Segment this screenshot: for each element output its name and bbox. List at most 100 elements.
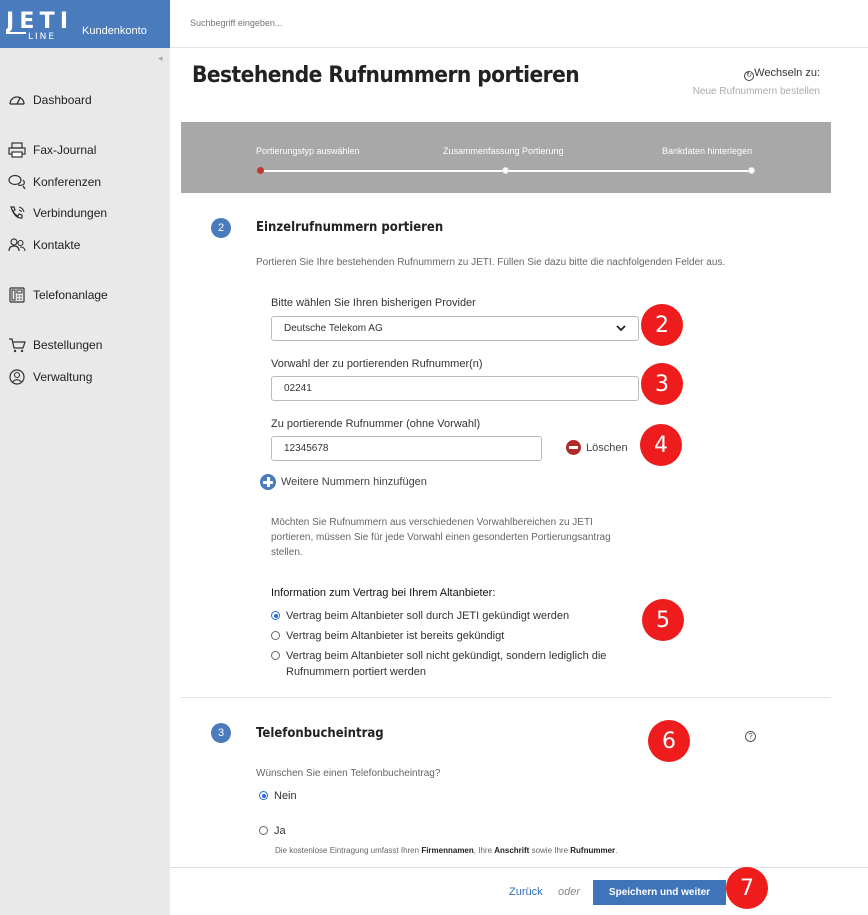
- sidebar-item-fax-journal[interactable]: Fax-Journal: [8, 140, 96, 160]
- info-text: Möchten Sie Rufnummern aus verschiedenen…: [271, 515, 611, 560]
- sidebar-item-bestellungen[interactable]: Bestellungen: [8, 335, 102, 355]
- cart-icon: [9, 338, 26, 353]
- gauge-icon: [9, 96, 25, 105]
- step-progress: Portierungstyp auswählen Zusammenfassung…: [181, 122, 831, 193]
- step-label-2: Zusammenfassung Portierung: [443, 146, 564, 156]
- contract-title: Information zum Vertrag bei Ihrem Altanb…: [271, 587, 496, 599]
- phonebook-option-label: Nein: [274, 790, 297, 802]
- radio-selected[interactable]: [259, 791, 268, 800]
- section-number-badge: 2: [211, 218, 231, 238]
- sidebar-item-verbindungen[interactable]: Verbindungen: [8, 203, 107, 223]
- radio-selected[interactable]: [271, 611, 280, 620]
- sidebar-item-label: Bestellungen: [33, 338, 103, 352]
- chat-icon: [8, 174, 26, 190]
- sidebar-item-dashboard[interactable]: Dashboard: [8, 90, 92, 110]
- step-dot: [502, 167, 509, 174]
- refresh-icon: ↻: [744, 71, 755, 81]
- number-label: Zu portierende Rufnummer (ohne Vorwahl): [271, 418, 481, 430]
- contract-option-1[interactable]: Vertrag beim Altanbieter soll durch JETI…: [271, 608, 569, 624]
- sidebar-item-label: Verwaltung: [33, 370, 93, 384]
- section-intro: Portieren Sie Ihre bestehenden Rufnummer…: [256, 257, 726, 268]
- sidebar-item-kontakte[interactable]: Kontakte: [8, 235, 80, 255]
- sidebar-item-label: Fax-Journal: [33, 143, 97, 157]
- section-title: Einzelrufnummern portieren: [256, 220, 444, 235]
- contract-option-3[interactable]: Vertrag beim Altanbieter soll nicht gekü…: [271, 648, 606, 680]
- page-title: Bestehende Rufnummern portieren: [192, 63, 580, 88]
- new-numbers-link[interactable]: Neue Rufnummern bestellen: [693, 86, 820, 97]
- note-text: .: [615, 846, 618, 855]
- sidebar-item-telefonanlage[interactable]: Telefonanlage: [8, 285, 108, 305]
- info-line: stellen.: [271, 547, 303, 558]
- radio[interactable]: [271, 631, 280, 640]
- help-icon[interactable]: ?: [745, 731, 756, 742]
- phone-icon: [10, 206, 25, 219]
- note-text: Die kostenlose Eintragung umfasst Ihren: [275, 846, 422, 855]
- callout-marker: 5: [642, 599, 684, 641]
- brand-header[interactable]: JETI LINE Kundenkonto: [0, 0, 170, 48]
- sidebar: JETI LINE Kundenkonto ◂ Dashboard Fax-Jo…: [0, 0, 170, 915]
- back-link[interactable]: Zurück: [509, 886, 543, 898]
- callout-marker: 4: [640, 424, 682, 466]
- note-text: sowie Ihre: [529, 846, 571, 855]
- user-circle-icon: [9, 369, 25, 385]
- area-code-label: Vorwahl der zu portierenden Rufnummer(n): [271, 358, 483, 370]
- delete-number-button[interactable]: Löschen: [566, 440, 628, 455]
- note-bold: Rufnummer: [570, 846, 616, 855]
- step-label-1: Portierungstyp auswählen: [256, 146, 360, 156]
- sidebar-item-label: Dashboard: [33, 93, 92, 107]
- jeti-logo: JETI LINE: [6, 9, 68, 40]
- section-divider: [181, 697, 831, 698]
- phonebook-option-label: Ja: [274, 825, 286, 837]
- phonebook-question: Wünschen Sie einen Telefonbucheintrag?: [256, 768, 441, 779]
- collapse-sidebar-icon[interactable]: ◂: [158, 53, 163, 64]
- info-line: portieren, müssen Sie für jede Vorwahl e…: [271, 532, 611, 543]
- add-label: Weitere Nummern hinzufügen: [281, 476, 427, 488]
- phone-number-input[interactable]: 12345678: [271, 436, 542, 461]
- callout-marker: 7: [726, 867, 768, 909]
- sidebar-item-label: Telefonanlage: [33, 288, 108, 302]
- contract-option-label: Vertrag beim Altanbieter soll nicht gekü…: [286, 648, 606, 680]
- contract-option-label: Vertrag beim Altanbieter soll durch JETI…: [286, 610, 570, 622]
- minus-circle-icon: [566, 440, 581, 455]
- sidebar-item-label: Verbindungen: [33, 206, 108, 220]
- radio[interactable]: [259, 826, 268, 835]
- printer-icon: [8, 142, 26, 158]
- section-title: Telefonbucheintrag: [256, 726, 384, 741]
- area-code-input[interactable]: 02241: [271, 376, 639, 401]
- note-bold: Firmennamen: [421, 846, 474, 855]
- phonebook-option-no[interactable]: Nein: [259, 788, 297, 804]
- contract-option-label: Vertrag beim Altanbieter ist bereits gek…: [286, 630, 505, 642]
- sidebar-item-verwaltung[interactable]: Verwaltung: [8, 367, 92, 387]
- plus-circle-icon: [260, 474, 276, 490]
- chevron-down-icon: [616, 325, 626, 332]
- info-line: Möchten Sie Rufnummern aus verschiedenen…: [271, 517, 593, 528]
- or-label: oder: [558, 886, 581, 898]
- radio[interactable]: [271, 651, 280, 660]
- switch-label-text: Wechseln zu:: [754, 67, 820, 79]
- provider-value: Deutsche Telekom AG: [284, 323, 383, 334]
- area-code-value: 02241: [284, 383, 312, 394]
- callout-marker: 2: [641, 304, 683, 346]
- phone-number-value: 12345678: [284, 443, 329, 454]
- phonebook-note: Die kostenlose Eintragung umfasst Ihren …: [275, 846, 617, 855]
- phonebook-option-yes[interactable]: Ja: [259, 823, 286, 839]
- svg-text:JETI: JETI: [6, 9, 68, 34]
- contacts-icon: [8, 238, 26, 252]
- delete-label: Löschen: [586, 441, 628, 454]
- note-bold: Anschrift: [494, 846, 530, 855]
- brand-subtitle: Kundenkonto: [82, 25, 147, 37]
- sidebar-item-label: Kontakte: [33, 238, 81, 252]
- svg-text:LINE: LINE: [28, 32, 56, 40]
- note-text: , Ihre: [473, 846, 495, 855]
- step-dot-active: [257, 167, 264, 174]
- callout-marker: 3: [641, 363, 683, 405]
- contract-option-2[interactable]: Vertrag beim Altanbieter ist bereits gek…: [271, 628, 504, 644]
- sidebar-item-konferenzen[interactable]: Konferenzen: [8, 172, 101, 192]
- search-input[interactable]: [190, 18, 490, 28]
- provider-select[interactable]: Deutsche Telekom AG: [271, 316, 639, 341]
- step-label-3: Bankdaten hinterlegen: [662, 146, 753, 156]
- save-and-continue-button[interactable]: Speichern und weiter: [593, 880, 726, 905]
- callout-marker: 6: [648, 720, 690, 762]
- top-bar: [170, 0, 868, 48]
- add-number-button[interactable]: Weitere Nummern hinzufügen: [260, 474, 427, 490]
